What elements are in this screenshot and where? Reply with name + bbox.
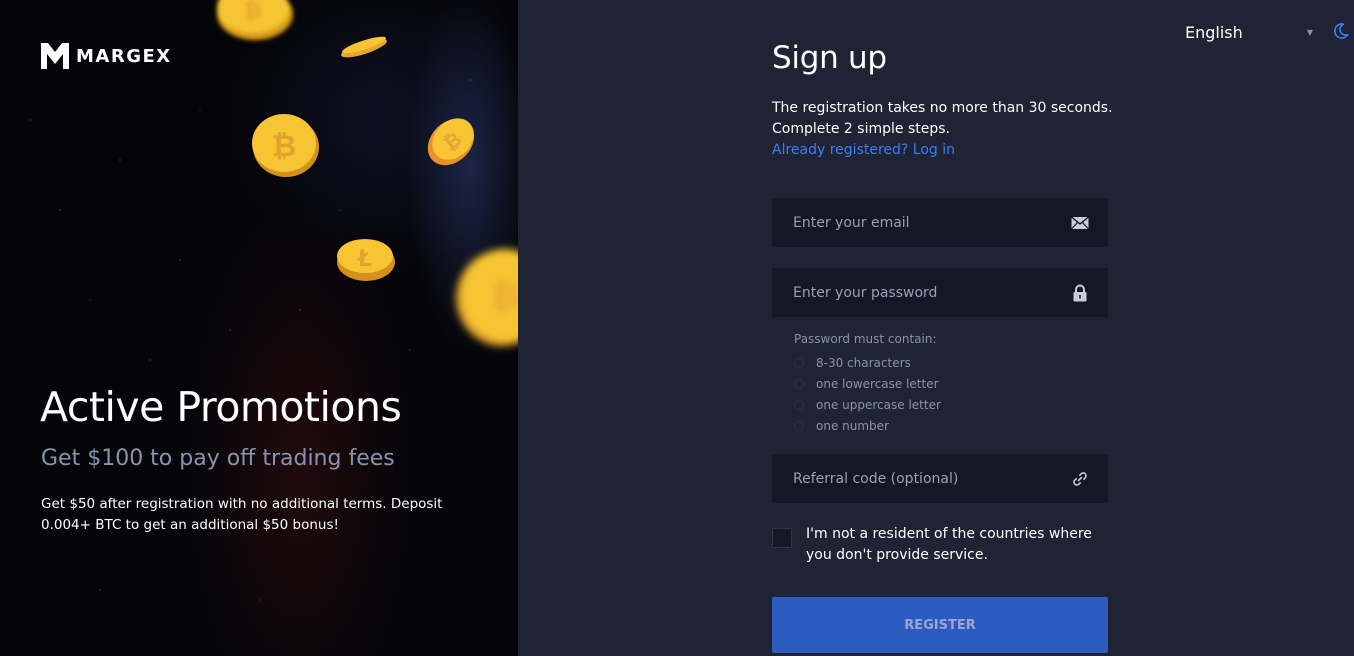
register-button[interactable]: REGISTER [772, 597, 1108, 653]
password-rule-label: one number [816, 418, 889, 433]
password-rule-label: one lowercase letter [816, 376, 939, 391]
intro-line: Complete 2 simple steps. [772, 121, 950, 137]
promo-background-coins: ₿ ₿ ₿ Ł ₿ [29, 0, 518, 601]
form-title: Sign up [772, 40, 887, 76]
coin-icon: ₿ [427, 118, 475, 166]
svg-text:Ł: Ł [357, 247, 372, 272]
rule-status-icon [794, 420, 804, 431]
promo-title: Active Promotions [40, 383, 402, 431]
form-intro: The registration takes no more than 30 s… [772, 98, 1113, 161]
residency-consent-label: I'm not a resident of the countries wher… [806, 526, 1092, 563]
envelope-icon [1071, 216, 1089, 230]
coin-icon: ₿ [456, 249, 518, 346]
password-rule: one uppercase letter [794, 394, 941, 415]
password-rule: one lowercase letter [794, 373, 941, 394]
coin-icon: Ł [337, 239, 395, 281]
referral-code-field[interactable] [772, 454, 1073, 503]
intro-line: The registration takes no more than 30 s… [772, 100, 1113, 116]
language-label: English [1185, 22, 1243, 42]
brand-name: MARGEX [76, 45, 172, 67]
password-rule-label: one uppercase letter [816, 397, 941, 412]
moon-icon[interactable] [1332, 22, 1350, 40]
residency-checkbox[interactable] [772, 528, 792, 548]
coin-icon [341, 36, 387, 58]
password-rules-title: Password must contain: [794, 332, 937, 346]
rule-status-icon [794, 357, 804, 368]
promo-description: Get $50 after registration with no addit… [41, 496, 443, 533]
password-rules: Password must contain: 8-30 characters o… [794, 331, 941, 436]
svg-text:₿: ₿ [244, 0, 262, 24]
svg-text:₿: ₿ [491, 277, 518, 317]
brand-logo[interactable]: MARGEX [40, 42, 172, 70]
language-select[interactable]: English ▼ [1185, 20, 1315, 44]
svg-text:₿: ₿ [272, 129, 296, 164]
password-rule: 8-30 characters [794, 352, 941, 373]
link-icon [1073, 472, 1087, 486]
email-field-container [772, 198, 1108, 247]
email-field[interactable] [772, 198, 1073, 247]
lock-icon [1073, 284, 1087, 302]
caret-down-icon: ▼ [1306, 27, 1313, 37]
referral-field-container [772, 454, 1108, 503]
promo-subtitle: Get $100 to pay off trading fees [41, 446, 395, 471]
rule-status-icon [794, 378, 804, 389]
margex-logo-icon [41, 43, 69, 69]
password-field[interactable] [772, 268, 1073, 317]
rule-status-icon [794, 399, 804, 410]
password-field-container [772, 268, 1108, 317]
coin-icon: ₿ [217, 0, 293, 40]
coin-icon: ₿ [252, 114, 319, 177]
password-rule-label: 8-30 characters [816, 355, 911, 370]
promo-panel: ₿ ₿ ₿ Ł ₿ MARGEX Active Promotions Get $… [0, 0, 518, 656]
signup-page: ₿ ₿ ₿ Ł ₿ MARGEX Active Promotions Get $… [0, 0, 1354, 656]
residency-consent: I'm not a resident of the countries wher… [772, 524, 1108, 566]
login-link[interactable]: Already registered? Log in [772, 142, 955, 158]
password-rule: one number [794, 415, 941, 436]
